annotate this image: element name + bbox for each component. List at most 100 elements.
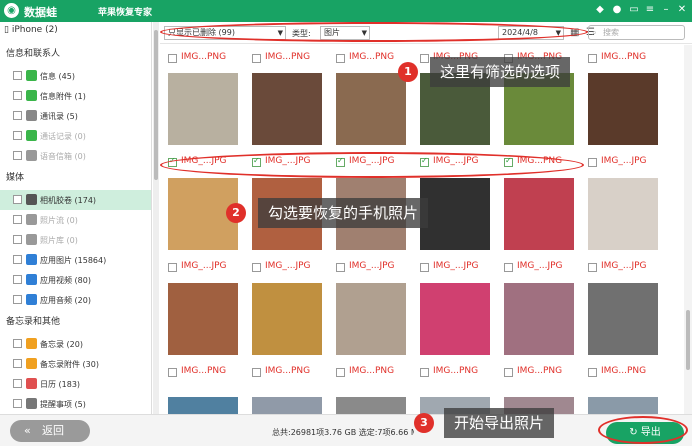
back-button[interactable]: « 返回 bbox=[10, 420, 90, 442]
sidebar-section-title: 媒体 bbox=[6, 173, 25, 183]
photo-checkbox[interactable] bbox=[588, 158, 597, 167]
menu-icon[interactable]: ≡ bbox=[643, 3, 657, 17]
photo-thumbnail[interactable] bbox=[252, 73, 322, 145]
app-photos-icon bbox=[26, 254, 37, 265]
sidebar-item[interactable]: 照片流 (0) bbox=[0, 210, 151, 230]
photo-filename: IMG_...JPG bbox=[181, 261, 227, 271]
photo-checkbox[interactable] bbox=[168, 54, 177, 63]
sidebar-checkbox[interactable] bbox=[13, 359, 22, 368]
photo-filename: IMG...PNG bbox=[349, 366, 395, 376]
sidebar-checkbox[interactable] bbox=[13, 91, 22, 100]
sidebar-checkbox[interactable] bbox=[13, 131, 22, 140]
sidebar-item[interactable]: 备忘录 (20) bbox=[0, 334, 151, 354]
photo-thumbnail[interactable] bbox=[252, 283, 322, 355]
sidebar-item[interactable]: 通话记录 (0) bbox=[0, 126, 151, 146]
sidebar-item[interactable]: 信息附件 (1) bbox=[0, 86, 151, 106]
photo-checkbox[interactable] bbox=[420, 368, 429, 377]
search-input[interactable]: ⌕ 搜索 bbox=[588, 25, 685, 40]
back-arrow-icon: « bbox=[24, 424, 31, 437]
sidebar-item[interactable]: 语音信箱 (0) bbox=[0, 146, 151, 166]
callout-1-text: 这里有筛选的选项 bbox=[430, 57, 571, 87]
photo-checkbox[interactable] bbox=[168, 368, 177, 377]
photo-thumbnail[interactable] bbox=[336, 73, 406, 145]
photo-checkbox[interactable] bbox=[336, 54, 345, 63]
photo-thumbnail[interactable] bbox=[336, 283, 406, 355]
sidebar-checkbox[interactable] bbox=[13, 275, 22, 284]
sidebar-item[interactable]: 应用图片 (15864) bbox=[0, 250, 151, 270]
gem-icon[interactable]: ◆ bbox=[593, 3, 607, 17]
sidebar-checkbox[interactable] bbox=[13, 295, 22, 304]
photo-checkbox[interactable] bbox=[168, 263, 177, 272]
back-label: 返回 bbox=[42, 424, 64, 437]
sidebar-checkbox[interactable] bbox=[13, 151, 22, 160]
sidebar-checkbox[interactable] bbox=[13, 399, 22, 408]
chat-icon[interactable]: ▭ bbox=[627, 3, 641, 17]
sidebar-item[interactable]: 信息 (45) bbox=[0, 66, 151, 86]
app-subtitle: 苹果恢复专家 bbox=[98, 8, 153, 18]
sidebar-item-label: 照片流 (0) bbox=[40, 216, 78, 225]
sidebar-item[interactable]: 备忘录附件 (30) bbox=[0, 354, 151, 374]
sidebar-item[interactable]: 相机胶卷 (174) bbox=[0, 190, 151, 210]
photo-thumbnail[interactable] bbox=[420, 283, 490, 355]
photo-checkbox[interactable] bbox=[420, 263, 429, 272]
photo-thumbnail[interactable] bbox=[588, 283, 658, 355]
sidebar-checkbox[interactable] bbox=[13, 379, 22, 388]
sidebar-item[interactable]: 应用视频 (80) bbox=[0, 270, 151, 290]
call-log-icon bbox=[26, 130, 37, 141]
sidebar-item[interactable]: 日历 (183) bbox=[0, 374, 151, 394]
photo-thumbnail[interactable] bbox=[168, 283, 238, 355]
photo-checkbox[interactable] bbox=[252, 263, 261, 272]
minimize-icon[interactable]: – bbox=[659, 3, 673, 17]
sidebar-item-label: 应用视频 (80) bbox=[40, 276, 91, 285]
sidebar-checkbox[interactable] bbox=[13, 339, 22, 348]
sidebar-checkbox[interactable] bbox=[13, 71, 22, 80]
photo-filename: IMG_...JPG bbox=[601, 261, 647, 271]
photo-filename: IMG...PNG bbox=[601, 52, 647, 62]
close-icon[interactable]: ✕ bbox=[675, 3, 689, 17]
photo-library-icon bbox=[26, 234, 37, 245]
photo-filename: IMG_...JPG bbox=[349, 261, 395, 271]
grid-scroll-thumb[interactable] bbox=[686, 310, 690, 370]
photo-thumbnail[interactable] bbox=[588, 397, 658, 414]
photo-thumbnail[interactable] bbox=[336, 397, 406, 414]
photo-checkbox[interactable] bbox=[252, 368, 261, 377]
photo-filename: IMG_...JPG bbox=[517, 261, 563, 271]
highlight-ring-filter bbox=[160, 22, 588, 42]
sidebar-item[interactable]: 照片库 (0) bbox=[0, 230, 151, 250]
photo-checkbox[interactable] bbox=[588, 263, 597, 272]
sidebar-checkbox[interactable] bbox=[13, 255, 22, 264]
callout-1-badge: 1 bbox=[398, 62, 418, 82]
reminders-icon bbox=[26, 398, 37, 409]
photo-thumbnail[interactable] bbox=[588, 73, 658, 145]
photo-checkbox[interactable] bbox=[588, 54, 597, 63]
photo-checkbox[interactable] bbox=[588, 368, 597, 377]
photo-checkbox[interactable] bbox=[252, 54, 261, 63]
photo-thumbnail[interactable] bbox=[504, 283, 574, 355]
photo-filename: IMG...PNG bbox=[517, 366, 563, 376]
photo-thumbnail[interactable] bbox=[252, 397, 322, 414]
photo-thumbnail[interactable] bbox=[588, 178, 658, 250]
photo-thumbnail[interactable] bbox=[168, 73, 238, 145]
sidebar-item-label: 通讯录 (5) bbox=[40, 112, 78, 121]
photo-checkbox[interactable] bbox=[504, 263, 513, 272]
photo-thumbnail[interactable] bbox=[420, 178, 490, 250]
sidebar-scroll-thumb[interactable] bbox=[154, 30, 158, 180]
sidebar-checkbox[interactable] bbox=[13, 111, 22, 120]
sidebar-item[interactable]: 提醒事项 (5) bbox=[0, 394, 151, 414]
photo-checkbox[interactable] bbox=[336, 368, 345, 377]
sidebar-item[interactable]: 通讯录 (5) bbox=[0, 106, 151, 126]
device-item[interactable]: ▯ iPhone (2) bbox=[4, 25, 58, 35]
photo-checkbox[interactable] bbox=[504, 368, 513, 377]
photo-filename: IMG_...JPG bbox=[433, 261, 479, 271]
sidebar-item[interactable]: 应用音频 (20) bbox=[0, 290, 151, 310]
search-icon: ⌕ bbox=[592, 28, 597, 37]
photo-thumbnail[interactable] bbox=[504, 178, 574, 250]
user-icon[interactable]: ● bbox=[610, 3, 624, 17]
sidebar-checkbox[interactable] bbox=[13, 195, 22, 204]
sidebar-checkbox[interactable] bbox=[13, 215, 22, 224]
photo-checkbox[interactable] bbox=[336, 263, 345, 272]
sidebar-checkbox[interactable] bbox=[13, 235, 22, 244]
photo-checkbox[interactable] bbox=[420, 54, 429, 63]
photo-thumbnail[interactable] bbox=[168, 397, 238, 414]
highlight-ring-export bbox=[598, 416, 688, 444]
